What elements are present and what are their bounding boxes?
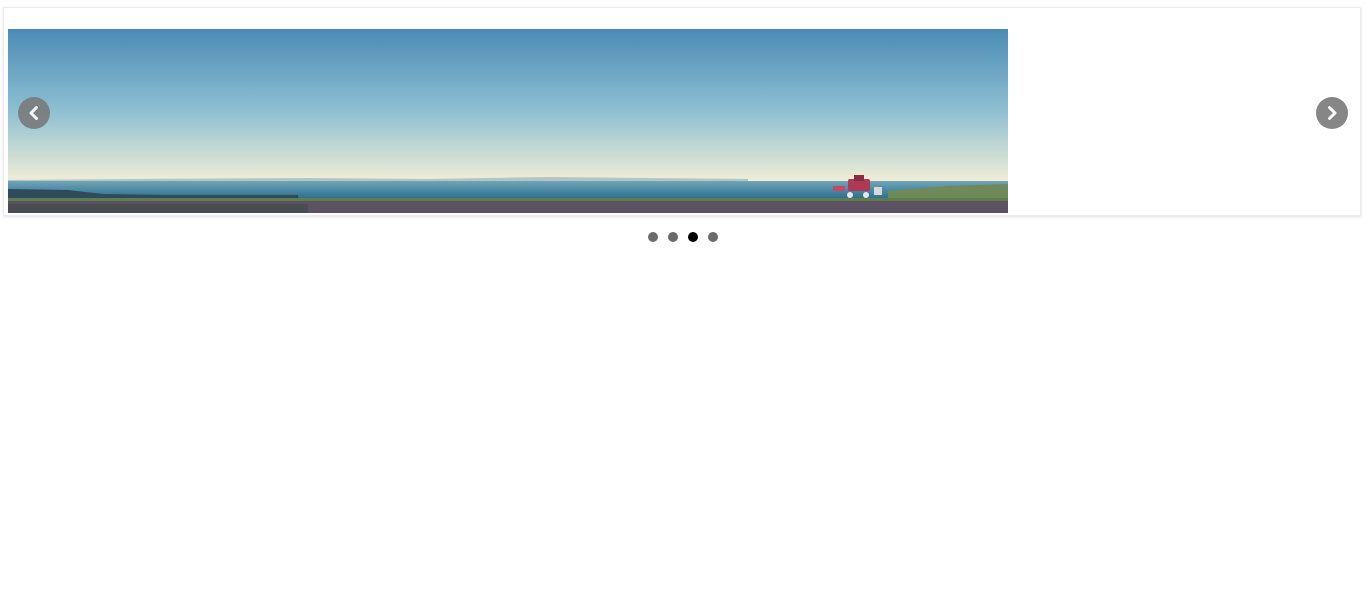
chevron-left-icon: [29, 106, 38, 120]
carousel-dot[interactable]: [708, 232, 718, 242]
beach-landscape-image: [8, 29, 1008, 213]
next-slide-button[interactable]: [1316, 97, 1348, 129]
carousel-pagination: [648, 232, 718, 244]
carousel-dot[interactable]: [668, 232, 678, 242]
prev-slide-button[interactable]: [18, 97, 50, 129]
slide-image: [8, 29, 1008, 213]
carousel-dot[interactable]: [688, 232, 698, 242]
carousel-dot[interactable]: [648, 232, 658, 242]
chevron-right-icon: [1328, 106, 1337, 120]
image-carousel: [3, 7, 1361, 216]
